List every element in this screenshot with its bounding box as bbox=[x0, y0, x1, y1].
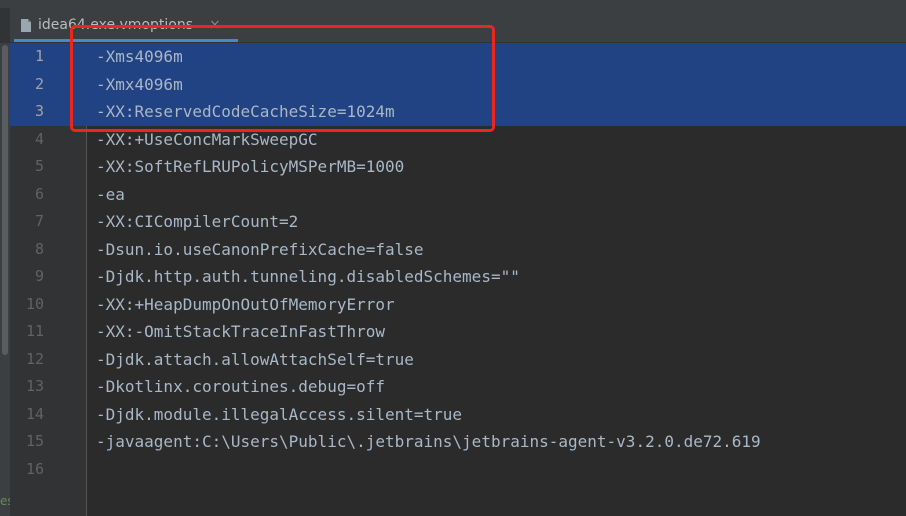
code-line[interactable]: 9 -Djdk.http.auth.tunneling.disabledSchem… bbox=[10, 263, 906, 291]
code-line[interactable]: 7 -XX:CICompilerCount=2 bbox=[10, 208, 906, 236]
breadcrumb-bar bbox=[0, 0, 906, 8]
line-number: 2 bbox=[34, 74, 44, 93]
left-scrollbar[interactable] bbox=[2, 45, 8, 355]
code-line[interactable]: 6 -ea bbox=[10, 181, 906, 209]
code-line[interactable]: 12 -Djdk.attach.allowAttachSelf=true bbox=[10, 346, 906, 374]
line-text: -Xmx4096m bbox=[96, 74, 183, 94]
line-number: 6 bbox=[34, 184, 44, 203]
line-text: -XX:SoftRefLRUPolicyMSPerMB=1000 bbox=[96, 157, 405, 176]
tab-strip-edge bbox=[0, 8, 10, 42]
tab-label: idea64.exe.vmoptions bbox=[38, 17, 194, 33]
line-text: -XX:-OmitStackTraceInFastThrow bbox=[96, 322, 385, 341]
active-tab-indicator bbox=[14, 39, 238, 42]
code-line[interactable]: 5 -XX:SoftRefLRUPolicyMSPerMB=1000 bbox=[10, 153, 906, 181]
line-text: -XX:+UseConcMarkSweepGC bbox=[96, 129, 318, 149]
line-number: 11 bbox=[25, 322, 44, 340]
code-line[interactable]: 10 -XX:+HeapDumpOnOutOfMemoryError bbox=[10, 291, 906, 319]
file-icon bbox=[20, 18, 32, 33]
code-line[interactable]: 8 -Dsun.io.useCanonPrefixCache=false bbox=[10, 236, 906, 264]
code-line[interactable]: 2 -Xmx4096m bbox=[10, 70, 906, 98]
line-number: 8 bbox=[34, 239, 44, 258]
line-text: -javaagent:C:\Users\Public\.jetbrains\je… bbox=[96, 432, 761, 451]
line-text: -ea bbox=[96, 184, 125, 204]
line-number: 7 bbox=[34, 212, 44, 230]
line-number: 12 bbox=[25, 349, 44, 368]
code-line[interactable]: 16 bbox=[10, 456, 906, 484]
line-number: 1 bbox=[34, 47, 44, 65]
line-number: 13 bbox=[25, 377, 44, 395]
line-text: -XX:ReservedCodeCacheSize=1024m bbox=[96, 102, 395, 121]
line-number: 3 bbox=[34, 102, 44, 120]
code-line[interactable]: 3 -XX:ReservedCodeCacheSize=1024m bbox=[10, 98, 906, 126]
line-text: -Dkotlinx.coroutines.debug=off bbox=[96, 377, 385, 396]
code-line[interactable]: 1 -Xms4096m bbox=[10, 43, 906, 71]
line-text: -Djdk.attach.allowAttachSelf=true bbox=[96, 349, 414, 369]
line-number: 4 bbox=[34, 129, 44, 148]
line-number: 14 bbox=[25, 404, 44, 423]
line-text: -Djdk.module.illegalAccess.silent=true bbox=[96, 404, 463, 424]
line-number: 15 bbox=[25, 432, 44, 450]
line-text: -Xms4096m bbox=[96, 47, 183, 66]
code-line[interactable]: 4 -XX:+UseConcMarkSweepGC bbox=[10, 126, 906, 154]
line-text: -XX:CICompilerCount=2 bbox=[96, 212, 299, 231]
line-number: 16 bbox=[25, 459, 44, 478]
code-line[interactable]: 15 -javaagent:C:\Users\Public\.jetbrains\… bbox=[10, 428, 906, 456]
line-number: 5 bbox=[34, 157, 44, 175]
line-number: 9 bbox=[34, 267, 44, 285]
code-line[interactable]: 11 -XX:-OmitStackTraceInFastThrow bbox=[10, 318, 906, 346]
close-icon[interactable]: × bbox=[209, 17, 221, 33]
editor-tab-bar: idea64.exe.vmoptions × bbox=[0, 8, 906, 43]
line-text: -Dsun.io.useCanonPrefixCache=false bbox=[96, 239, 424, 259]
code-line[interactable]: 13 -Dkotlinx.coroutines.debug=off bbox=[10, 373, 906, 401]
tab-idea64-vmoptions[interactable]: idea64.exe.vmoptions × bbox=[14, 8, 238, 42]
code-line[interactable]: 14 -Djdk.module.illegalAccess.silent=true bbox=[10, 401, 906, 429]
line-number: 10 bbox=[25, 294, 44, 313]
line-text: -XX:+HeapDumpOnOutOfMemoryError bbox=[96, 294, 395, 314]
line-text: -Djdk.http.auth.tunneling.disabledScheme… bbox=[96, 267, 520, 286]
editor-content[interactable]: 1 -Xms4096m 2 -Xmx4096m 3 -XX:ReservedCodeCac… bbox=[10, 43, 906, 483]
